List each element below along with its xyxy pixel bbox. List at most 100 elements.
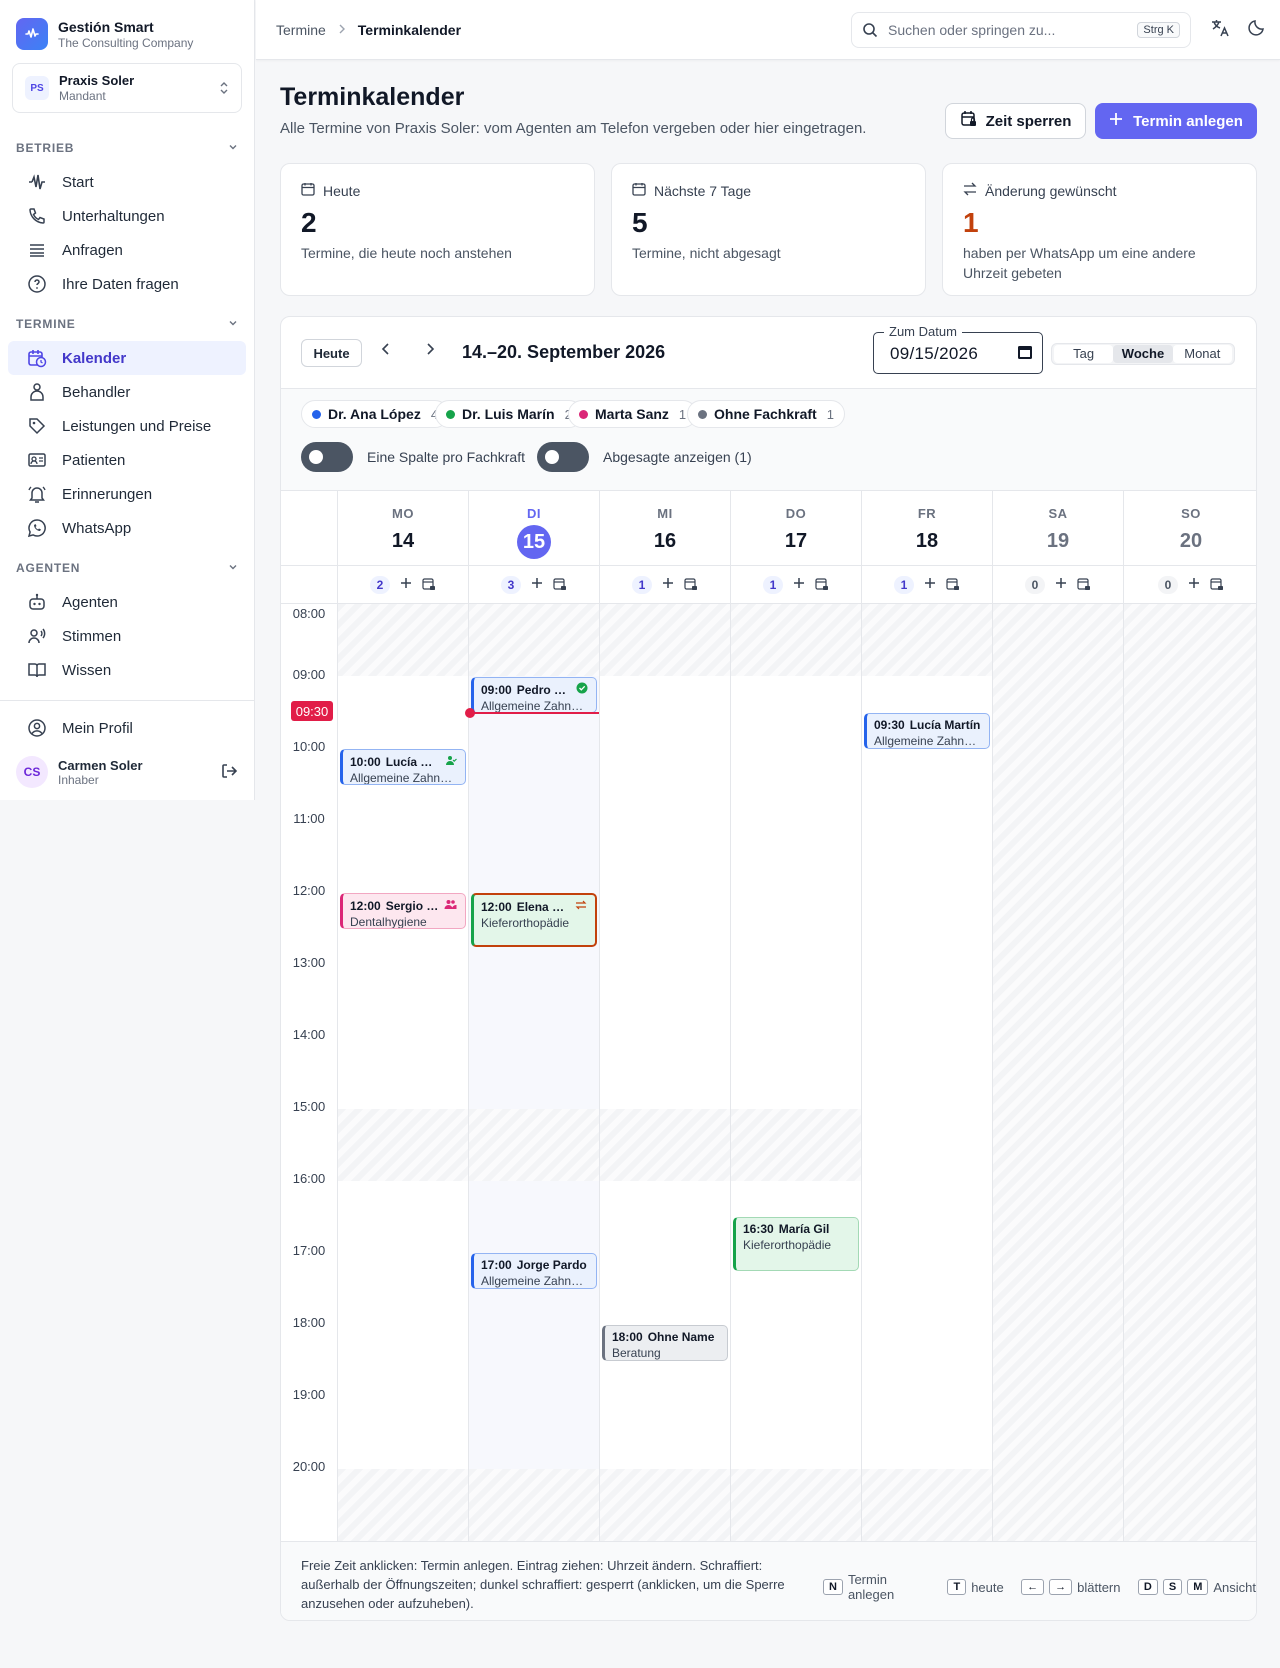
day-number: 15 bbox=[517, 525, 551, 559]
nav-section-title: TERMINE bbox=[16, 317, 76, 331]
tenant-switcher[interactable]: PS Praxis Soler Mandant bbox=[12, 63, 242, 113]
sidebar-item-kalender[interactable]: Kalender bbox=[8, 341, 246, 375]
appointment[interactable]: 17:00 Jorge Pardo Allgemeine Zahnmedizin bbox=[471, 1253, 597, 1289]
calendar-lock-icon[interactable] bbox=[946, 577, 960, 594]
plus-icon[interactable] bbox=[924, 577, 936, 593]
appointment-time: 18:00 bbox=[612, 1330, 643, 1344]
calendar-lock-icon[interactable] bbox=[815, 577, 829, 594]
sidebar-item-unterhaltungen[interactable]: Unterhaltungen bbox=[8, 199, 246, 233]
closed-hours bbox=[338, 1469, 468, 1541]
today-button[interactable]: Heute bbox=[301, 339, 362, 367]
sidebar-item-mein-profil[interactable]: Mein Profil bbox=[8, 711, 246, 745]
calendar-lock-icon[interactable] bbox=[553, 577, 567, 594]
nav-section-termine[interactable]: TERMINE bbox=[0, 307, 254, 341]
sidebar-footer: Mein Profil CS Carmen Soler Inhaber bbox=[0, 700, 254, 795]
day-column-sa[interactable] bbox=[992, 604, 1123, 1541]
calendar-lock-icon[interactable] bbox=[684, 577, 698, 594]
closed-hours bbox=[862, 1469, 992, 1541]
view-monat[interactable]: Monat bbox=[1172, 345, 1232, 363]
chat-question-icon bbox=[26, 273, 48, 295]
current-user: CS Carmen Soler Inhaber bbox=[0, 749, 254, 795]
sidebar-item-start[interactable]: Start bbox=[8, 165, 246, 199]
sidebar-item-patienten[interactable]: Patienten bbox=[8, 443, 246, 477]
search-input[interactable]: Suchen oder springen zu... Strg K bbox=[851, 12, 1191, 48]
new-appointment-label: Termin anlegen bbox=[1133, 112, 1243, 130]
new-appointment-button[interactable]: Termin anlegen bbox=[1095, 103, 1257, 139]
breadcrumb-termine[interactable]: Termine bbox=[276, 22, 326, 38]
robot-icon bbox=[26, 591, 48, 613]
sidebar-item-erinnerungen[interactable]: Erinnerungen bbox=[8, 477, 246, 511]
nav-section-title: BETRIEB bbox=[16, 141, 75, 155]
appointment[interactable]: 16:30 María Gil Kieferorthopädie bbox=[733, 1217, 859, 1271]
stat-description: haben per WhatsApp um eine andere Uhrzei… bbox=[963, 245, 1196, 281]
appointment-service: Allgemeine Zahnmedizin bbox=[350, 771, 457, 785]
appointment-service: Beratung bbox=[612, 1346, 661, 1360]
nav-section-agenten[interactable]: AGENTEN bbox=[0, 551, 254, 585]
sidebar-item-leistungen[interactable]: Leistungen und Preise bbox=[8, 409, 246, 443]
appointment[interactable]: 18:00 Ohne Name Beratung bbox=[602, 1325, 728, 1361]
day-column-di[interactable]: 09:00Pedro Gómez Allgemeine Zahnmedizin … bbox=[465, 604, 600, 1541]
view-tag[interactable]: Tag bbox=[1054, 345, 1114, 363]
view-woche[interactable]: Woche bbox=[1113, 345, 1173, 363]
day-header-sa: SA 19 bbox=[992, 491, 1123, 566]
calendar-icon[interactable] bbox=[1017, 344, 1033, 363]
sidebar-item-anfragen[interactable]: Anfragen bbox=[8, 233, 246, 267]
calendar-lock-icon[interactable] bbox=[1077, 577, 1091, 594]
translate-icon[interactable] bbox=[1210, 18, 1230, 41]
toggle-columns-per-practitioner[interactable] bbox=[301, 442, 353, 472]
chevron-left-icon[interactable] bbox=[381, 342, 391, 360]
day-column-do[interactable]: 16:30 María Gil Kieferorthopädie bbox=[730, 604, 861, 1541]
closed-hours bbox=[338, 604, 468, 676]
filter-chip-ana-lopez[interactable]: Dr. Ana López 4 bbox=[301, 400, 450, 428]
plus-icon[interactable] bbox=[662, 577, 674, 593]
calendar-lock-icon bbox=[960, 110, 978, 132]
toggle-show-cancelled[interactable] bbox=[537, 442, 589, 472]
day-actions-row: 2 3 1 1 1 0 0 bbox=[281, 566, 1256, 604]
chevron-down-icon bbox=[228, 318, 238, 331]
sidebar-item-stimmen[interactable]: Stimmen bbox=[8, 619, 246, 653]
sidebar-item-whatsapp[interactable]: WhatsApp bbox=[8, 511, 246, 545]
goto-date-label: Zum Datum bbox=[884, 324, 962, 339]
block-time-button[interactable]: Zeit sperren bbox=[945, 103, 1086, 139]
day-header-so: SO 20 bbox=[1123, 491, 1256, 566]
sidebar-item-behandler[interactable]: Behandler bbox=[8, 375, 246, 409]
sidebar-item-wissen[interactable]: Wissen bbox=[8, 653, 246, 687]
calendar-lock-icon[interactable] bbox=[1210, 577, 1224, 594]
goto-date-field[interactable]: Zum Datum 09/15/2026 bbox=[873, 324, 1043, 374]
chevron-right-icon[interactable] bbox=[425, 342, 435, 360]
swap-icon bbox=[963, 182, 977, 199]
filter-chip-luis-marin[interactable]: Dr. Luis Marín 2 bbox=[435, 400, 583, 428]
day-column-fr[interactable]: 09:30 Lucía Martín Allgemeine Zahnmedizin bbox=[861, 604, 992, 1541]
day-column-so[interactable] bbox=[1123, 604, 1256, 1541]
dark-mode-icon[interactable] bbox=[1248, 18, 1266, 41]
plus-icon[interactable] bbox=[1055, 577, 1067, 593]
plus-icon[interactable] bbox=[793, 577, 805, 593]
appointment-time: 09:00 bbox=[481, 682, 512, 697]
appointment-service: Kieferorthopädie bbox=[481, 916, 570, 930]
sidebar-item-label: Behandler bbox=[62, 383, 131, 401]
appointment[interactable]: 12:00 Sergio Ruiz Dentalhygiene bbox=[340, 893, 466, 929]
logout-icon[interactable] bbox=[220, 762, 238, 783]
color-dot bbox=[698, 409, 707, 419]
plus-icon[interactable] bbox=[1188, 577, 1200, 593]
appointment-service: Allgemeine Zahnmedizin bbox=[481, 1274, 588, 1288]
appointment[interactable]: 09:30 Lucía Martín Allgemeine Zahnmedizin bbox=[864, 713, 990, 749]
shortcut-key: ← bbox=[1021, 1579, 1045, 1595]
filter-chip-ohne-fachkraft[interactable]: Ohne Fachkraft 1 bbox=[687, 400, 845, 428]
shortcut-label: heute bbox=[971, 1579, 1004, 1595]
appointment-patient: Jorge Pardo bbox=[516, 1258, 587, 1272]
sidebar-item-agenten[interactable]: Agenten bbox=[8, 585, 246, 619]
calendar-lock-icon[interactable] bbox=[422, 577, 436, 594]
plus-icon[interactable] bbox=[400, 577, 412, 593]
sidebar-item-daten-fragen[interactable]: Ihre Daten fragen bbox=[8, 267, 246, 301]
plus-icon[interactable] bbox=[531, 577, 543, 593]
practitioner-filter-bar: Dr. Ana López 4 Dr. Luis Marín 2 Marta S… bbox=[281, 389, 1256, 491]
day-column-mo[interactable]: 10:00 Lucía Martín Allgemeine Zahnmedizin… bbox=[337, 604, 468, 1541]
appointment[interactable]: 12:00 Elena Ramos Kieferorthopädie bbox=[471, 893, 597, 947]
appointment[interactable]: 10:00 Lucía Martín Allgemeine Zahnmedizin bbox=[340, 749, 466, 785]
toggle-cancelled-label: Abgesagte anzeigen (1) bbox=[603, 449, 752, 465]
filter-chip-marta-sanz[interactable]: Marta Sanz 1 bbox=[568, 400, 698, 428]
day-column-mi[interactable]: 18:00 Ohne Name Beratung bbox=[599, 604, 730, 1541]
appointment[interactable]: 09:00 Pedro Gómez Allgemeine Zahnmedizin bbox=[471, 677, 597, 713]
nav-section-betrieb[interactable]: BETRIEB bbox=[0, 131, 254, 165]
